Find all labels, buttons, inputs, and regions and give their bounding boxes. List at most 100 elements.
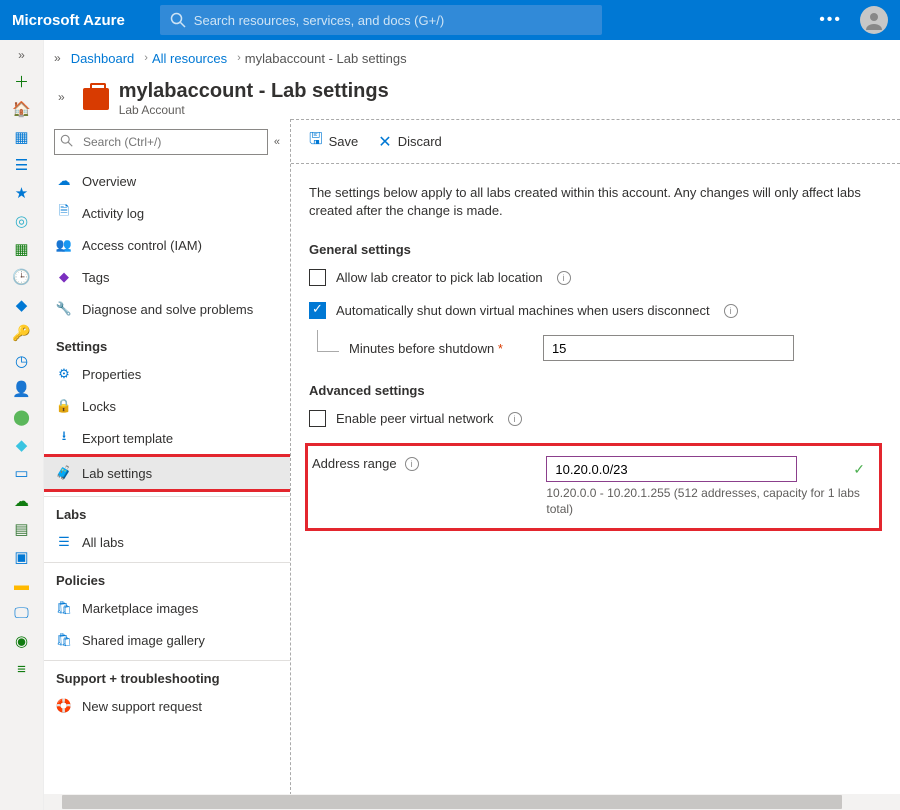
info-icon[interactable]: i — [724, 304, 738, 318]
breadcrumb-all-resources[interactable]: All resources — [152, 51, 227, 66]
brand-text: Microsoft Azure — [12, 12, 160, 29]
rail-item-1-icon[interactable]: ◎ — [13, 212, 31, 230]
address-range-label: Address range — [312, 456, 397, 471]
nav-lab-settings[interactable]: 🧳 Lab settings — [44, 457, 290, 489]
discard-button[interactable]: ✕Discard — [378, 132, 441, 152]
chevron-right-icon: › — [144, 52, 148, 64]
all-services-icon[interactable]: ☰ — [13, 156, 31, 174]
nav-label: Lab settings — [82, 466, 152, 481]
nav-label: Diagnose and solve problems — [82, 302, 253, 317]
sliders-icon: ⚙ — [56, 366, 72, 382]
rail-item-10-icon[interactable]: ▭ — [13, 464, 31, 482]
auto-shutdown-checkbox[interactable] — [309, 302, 326, 319]
top-actions: ••• — [819, 6, 888, 34]
info-icon[interactable]: i — [508, 412, 522, 426]
nav-activity-log[interactable]: 🗎 Activity log — [44, 197, 290, 229]
nav-new-support-request[interactable]: 🛟New support request — [44, 690, 290, 722]
description-text: The settings below apply to all labs cre… — [309, 184, 882, 220]
nav-diagnose[interactable]: 🔧Diagnose and solve problems — [44, 293, 290, 325]
rail-item-4-icon[interactable]: ◆ — [13, 296, 31, 314]
nav-export-template[interactable]: ⭳Export template — [44, 422, 290, 454]
top-bar: Microsoft Azure ••• — [0, 0, 900, 40]
address-range-hint: 10.20.0.0 - 10.20.1.255 (512 addresses, … — [546, 486, 871, 517]
minutes-input[interactable] — [543, 335, 794, 361]
rail-item-2-icon[interactable]: ▦ — [13, 240, 31, 258]
favorites-icon[interactable]: ★ — [13, 184, 31, 202]
enable-peer-row: Enable peer virtual network i — [309, 410, 882, 427]
advanced-settings-heading: Advanced settings — [309, 383, 882, 398]
create-icon[interactable]: ＋ — [13, 72, 31, 90]
rail-item-16-icon[interactable]: ◉ — [13, 632, 31, 650]
rail-item-13-icon[interactable]: ▣ — [13, 548, 31, 566]
nav-properties[interactable]: ⚙Properties — [44, 358, 290, 390]
search-icon — [170, 12, 186, 28]
page-title: mylabaccount - Lab settings — [119, 80, 389, 103]
nav-access-control[interactable]: 👥Access control (IAM) — [44, 229, 290, 261]
rail-item-14-icon[interactable]: ▬ — [13, 576, 31, 594]
nav-label: New support request — [82, 699, 202, 714]
cloud-icon: ☁ — [56, 173, 72, 189]
rail-item-12-icon[interactable]: ▤ — [13, 520, 31, 538]
nav-search-input[interactable] — [54, 129, 268, 155]
lock-icon: 🔒 — [56, 398, 72, 414]
allow-location-checkbox[interactable] — [309, 269, 326, 286]
auto-shutdown-label: Automatically shut down virtual machines… — [336, 303, 710, 318]
rail-item-15-icon[interactable]: 🖵 — [13, 604, 31, 622]
rail-expand-icon[interactable]: » — [9, 48, 35, 62]
global-search-input[interactable] — [160, 5, 602, 35]
nav-search-wrap — [54, 129, 268, 155]
rail-item-5-icon[interactable]: 🔑 — [13, 324, 31, 342]
nav-marketplace-images[interactable]: 🛍Marketplace images — [44, 592, 290, 624]
rail-item-7-icon[interactable]: 👤 — [13, 380, 31, 398]
breadcrumb-dashboard[interactable]: Dashboard — [71, 51, 135, 66]
rail-item-17-icon[interactable]: ≡ — [13, 660, 31, 678]
layout: » ＋ 🏠 ▦ ☰ ★ ◎ ▦ 🕒 ◆ 🔑 ◷ 👤 ⬤ ◆ ▭ ☁ ▤ ▣ ▬ … — [0, 40, 900, 810]
enable-peer-checkbox[interactable] — [309, 410, 326, 427]
blade-expand-icon[interactable]: » — [58, 90, 65, 104]
address-range-input[interactable] — [546, 456, 797, 482]
highlight-box-nav: 🧳 Lab settings — [44, 454, 291, 492]
nav-shared-image-gallery[interactable]: 🛍Shared image gallery — [44, 624, 290, 656]
tag-icon: ◆ — [56, 269, 72, 285]
bag-icon: 🛍 — [56, 600, 72, 616]
bag-icon: 🛍 — [56, 632, 72, 648]
more-icon[interactable]: ••• — [819, 11, 842, 29]
nav-section-settings: Settings — [44, 329, 290, 358]
avatar[interactable] — [860, 6, 888, 34]
info-icon[interactable]: i — [557, 271, 571, 285]
nav-section-policies: Policies — [44, 562, 290, 592]
log-icon: 🗎 — [56, 205, 72, 221]
nav-label: Activity log — [82, 206, 144, 221]
rail-item-3-icon[interactable]: 🕒 — [13, 268, 31, 286]
nav-collapse-icon[interactable]: « — [274, 136, 280, 148]
scrollbar-handle[interactable] — [62, 795, 842, 809]
nav-all-labs[interactable]: ☰All labs — [44, 526, 290, 558]
nav-overview[interactable]: ☁ Overview — [44, 165, 290, 197]
address-range-label-wrap: Address range i — [312, 456, 546, 471]
people-icon: 👥 — [56, 237, 72, 253]
address-range-field-wrap: ✓ 10.20.0.0 - 10.20.1.255 (512 addresses… — [546, 456, 871, 517]
nav-label: Overview — [82, 174, 136, 189]
briefcase-icon: 🧳 — [56, 465, 72, 481]
home-icon[interactable]: 🏠 — [13, 100, 31, 118]
nav-tags[interactable]: ◆Tags — [44, 261, 290, 293]
main-column: » Dashboard › All resources › mylabaccou… — [44, 40, 900, 810]
rail-item-8-icon[interactable]: ⬤ — [13, 408, 31, 426]
horizontal-scrollbar[interactable] — [44, 794, 900, 810]
save-icon: 🖫 — [309, 128, 323, 155]
dashboard-icon[interactable]: ▦ — [13, 128, 31, 146]
breadcrumb-expand-icon[interactable]: » — [54, 51, 61, 65]
nav-locks[interactable]: 🔒Locks — [44, 390, 290, 422]
rail-item-11-icon[interactable]: ☁ — [13, 492, 31, 510]
info-icon[interactable]: i — [405, 457, 419, 471]
allow-location-label: Allow lab creator to pick lab location — [336, 270, 543, 285]
save-label: Save — [329, 134, 359, 149]
save-button[interactable]: 🖫 Save — [309, 128, 358, 155]
chevron-right-icon: › — [237, 52, 241, 64]
briefcase-icon — [83, 88, 109, 110]
title-block: mylabaccount - Lab settings Lab Account — [119, 80, 389, 117]
address-range-input-wrap: ✓ — [546, 456, 871, 482]
rail-item-9-icon[interactable]: ◆ — [13, 436, 31, 454]
general-settings-heading: General settings — [309, 242, 882, 257]
rail-item-6-icon[interactable]: ◷ — [13, 352, 31, 370]
